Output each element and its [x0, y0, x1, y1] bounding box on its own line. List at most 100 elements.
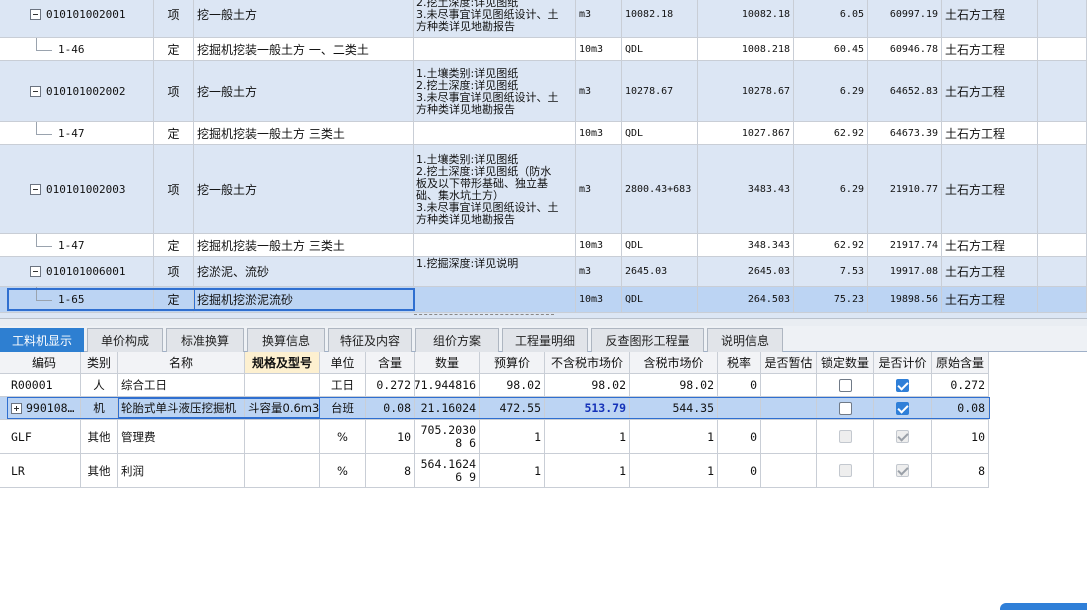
feature-desc-cell[interactable]: 1.土壤类别:详见图纸 2.挖土深度:详见图纸 3.未尽事宜详见图纸设计、土 方种类详…	[414, 61, 576, 121]
collapse-icon[interactable]	[30, 266, 41, 277]
is-priced-checkbox[interactable]	[896, 378, 909, 392]
tab-3[interactable]: 换算信息	[247, 328, 325, 352]
category-header[interactable]: 类别	[81, 352, 118, 373]
quantity-expr-cell[interactable]: QDL	[622, 38, 698, 60]
lock-quantity-checkbox[interactable]	[838, 401, 852, 415]
name-cell[interactable]: 挖一般土方	[194, 61, 414, 121]
tab-8[interactable]: 说明信息	[707, 328, 783, 352]
market-price-ex-tax-header[interactable]: 不含税市场价	[545, 352, 630, 373]
resource-row[interactable]: GLF 其他 管理费% 10 705.20308 6 1 1 1 0 10	[0, 420, 989, 454]
lock-quantity-header[interactable]: 锁定数量	[817, 352, 874, 373]
market_in-cell[interactable]: 1	[630, 420, 718, 453]
original-content-header[interactable]: 原始含量	[932, 352, 989, 373]
locked-cell[interactable]	[817, 397, 874, 419]
name-cell[interactable]: 利润	[118, 454, 245, 487]
market_ex-cell[interactable]: 98.02	[545, 374, 630, 396]
market_in-cell[interactable]: 1	[630, 454, 718, 487]
quantity-expr-cell[interactable]: 10082.18	[622, 0, 698, 37]
bill-item-row[interactable]: 010101002001 项挖一般土方 2.挖土深度:详见图纸 3.未尽事宜详见图纸设…	[0, 0, 1087, 38]
quantity-expr-cell[interactable]: QDL	[622, 122, 698, 144]
name-cell[interactable]: 挖掘机挖装一般土方 三类土	[194, 122, 414, 144]
name-cell[interactable]: 挖一般土方	[194, 0, 414, 37]
feature-desc-cell[interactable]	[414, 38, 576, 60]
content-cell[interactable]: 8	[366, 454, 415, 487]
resource-row[interactable]: 990108… 机轮胎式单斗液压挖掘机 斗容量0.6m3 台班 0.08 21.16024…	[0, 397, 990, 420]
market_ex-cell[interactable]: 1	[545, 454, 630, 487]
tax-rate-header[interactable]: 税率	[718, 352, 761, 373]
quantity-expr-cell[interactable]: QDL	[622, 287, 698, 312]
budget-price-header[interactable]: 预算价	[480, 352, 545, 373]
name-cell[interactable]: 挖淤泥、流砂	[194, 257, 414, 286]
collapse-icon[interactable]	[30, 85, 41, 97]
code-cell[interactable]: 010101006001	[8, 257, 154, 286]
qty-cell[interactable]: 564.16246 9	[415, 454, 480, 487]
tab-6[interactable]: 工程量明细	[502, 328, 588, 352]
spec-cell[interactable]	[245, 374, 320, 396]
spec-cell[interactable]	[245, 420, 320, 453]
name-cell[interactable]: 综合工日	[118, 374, 245, 396]
quota-row[interactable]: 1-47 定挖掘机挖装一般土方 三类土 10m3 QDL 348.343 62.92 219…	[0, 234, 1087, 257]
quota-row[interactable]: 1-47 定挖掘机挖装一般土方 三类土 10m3 QDL 1027.867 62.92 64…	[0, 122, 1087, 145]
quantity-expr-cell[interactable]: 2645.03	[622, 257, 698, 286]
tab-4[interactable]: 特征及内容	[328, 328, 412, 352]
name-cell[interactable]: 管理费	[118, 420, 245, 453]
code-cell[interactable]: 1-47	[8, 122, 154, 144]
spec-cell[interactable]	[245, 454, 320, 487]
code-cell[interactable]: 1-46	[8, 38, 154, 60]
pane-splitter[interactable]	[0, 318, 1087, 326]
feature-desc-cell[interactable]	[414, 287, 576, 312]
feature-desc-cell[interactable]: 2.挖土深度:详见图纸 3.未尽事宜详见图纸设计、土 方种类详见地勘报告	[414, 0, 576, 37]
name-cell[interactable]: 挖一般土方	[194, 145, 414, 233]
locked-cell[interactable]	[817, 420, 874, 453]
code-cell[interactable]: 1-65	[8, 287, 154, 312]
quantity-expr-cell[interactable]: 2800.43+683	[622, 145, 698, 233]
content-cell[interactable]: 0.272	[366, 374, 415, 396]
lock-quantity-checkbox[interactable]	[838, 378, 852, 392]
locked-cell[interactable]	[817, 454, 874, 487]
expand-icon[interactable]	[11, 402, 22, 414]
market_in-cell[interactable]: 98.02	[630, 374, 718, 396]
bill-item-row[interactable]: 010101006001 项挖淤泥、流砂 1.挖掘深度:详见说明 m3 2645.03 2…	[0, 257, 1087, 287]
code-cell[interactable]: 010101002002	[8, 61, 154, 121]
quota-row[interactable]: 1-46 定挖掘机挖装一般土方 一、二类土 10m3 QDL 1008.218 60.45…	[0, 38, 1087, 61]
priced-cell[interactable]	[874, 374, 932, 396]
qty-cell[interactable]: 21.16024	[415, 397, 480, 419]
resource-row[interactable]: LR 其他 利润% 8 564.16246 911108	[0, 454, 989, 488]
feature-desc-cell[interactable]	[414, 122, 576, 144]
is-provisional-header[interactable]: 是否暂估	[761, 352, 817, 373]
priced-cell[interactable]	[874, 420, 932, 453]
name-edit-box[interactable]	[118, 398, 320, 418]
collapse-icon[interactable]	[30, 183, 41, 195]
bill-item-row[interactable]: 010101002003 项挖一般土方 1.土壤类别:详见图纸 2.挖土深度:详见图纸…	[0, 145, 1087, 234]
quota-row[interactable]: 1-65 定挖掘机挖淤泥流砂 10m3 QDL 264.503 75.23 19898.56…	[0, 287, 1087, 313]
name-header[interactable]: 名称	[118, 352, 245, 373]
unit-header[interactable]: 单位	[320, 352, 366, 373]
qty-cell[interactable]: 71.944816	[415, 374, 480, 396]
name-cell[interactable]: 挖掘机挖装一般土方 一、二类土	[194, 38, 414, 60]
tab-1[interactable]: 单价构成	[87, 328, 163, 352]
market-price-inc-tax-header[interactable]: 含税市场价	[630, 352, 718, 373]
resource-row[interactable]: R00001 人综合工日 工日 0.272 71.944816 98.02 98.02 98.…	[0, 374, 989, 397]
tab-0[interactable]: 工料机显示	[0, 328, 84, 352]
code-cell[interactable]: 010101002001	[8, 0, 154, 37]
bill-item-row[interactable]: 010101002002 项挖一般土方 1.土壤类别:详见图纸 2.挖土深度:详见图纸…	[0, 61, 1087, 122]
market_in-cell[interactable]: 544.35	[630, 397, 718, 419]
code-header[interactable]: 编码	[8, 352, 81, 373]
quantity-expr-cell[interactable]: QDL	[622, 234, 698, 256]
quantity-header[interactable]: 数量	[415, 352, 480, 373]
spec-header[interactable]: 规格及型号	[245, 352, 320, 373]
code-cell[interactable]: 1-47	[8, 234, 154, 256]
feature-desc-cell[interactable]: 1.挖掘深度:详见说明	[414, 257, 576, 286]
floating-widget[interactable]	[1000, 603, 1087, 610]
tab-2[interactable]: 标准换算	[166, 328, 244, 352]
tab-7[interactable]: 反查图形工程量	[591, 328, 704, 352]
name-edit-box[interactable]	[194, 289, 414, 310]
content-cell[interactable]: 10	[366, 420, 415, 453]
code-cell[interactable]: 010101002003	[8, 145, 154, 233]
feature-desc-cell[interactable]: 1.土壤类别:详见图纸 2.挖土深度:详见图纸（防水 板及以下带形基础、独立基 础、集…	[414, 145, 576, 233]
is-priced-header[interactable]: 是否计价	[874, 352, 932, 373]
market_ex-cell[interactable]: 1	[545, 420, 630, 453]
tab-5[interactable]: 组价方案	[415, 328, 499, 352]
content-header[interactable]: 含量	[366, 352, 415, 373]
priced-cell[interactable]	[874, 454, 932, 487]
